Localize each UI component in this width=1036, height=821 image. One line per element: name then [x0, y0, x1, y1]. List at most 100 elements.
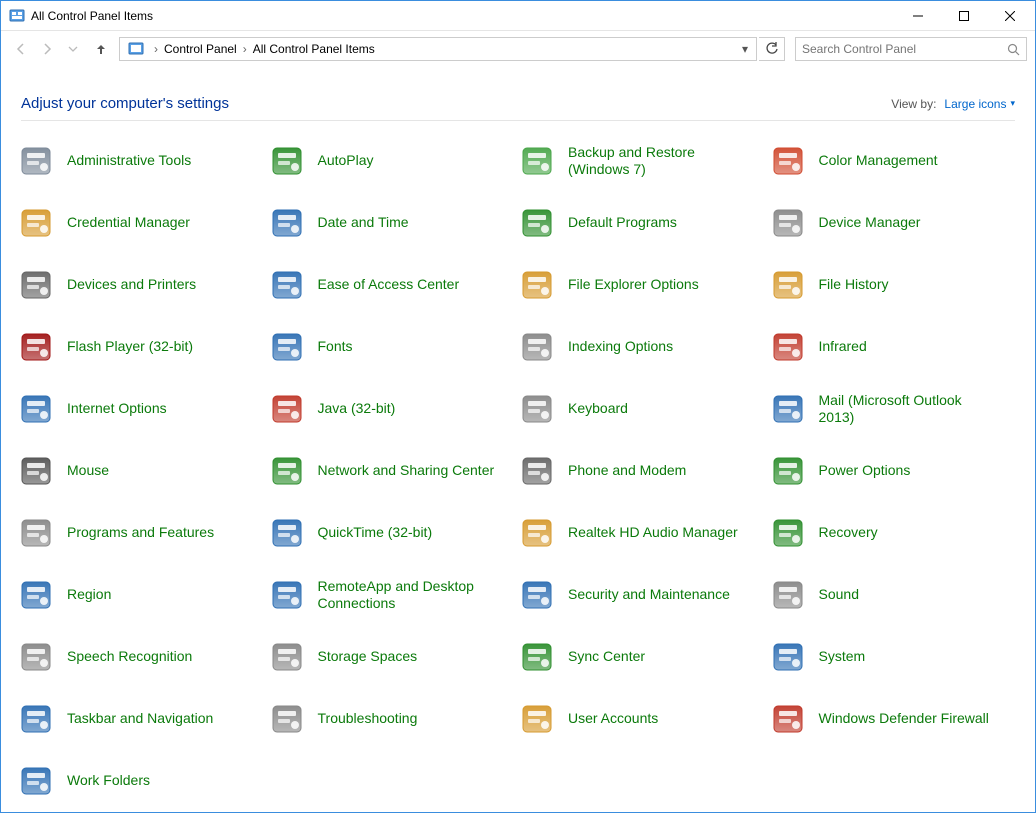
cpl-item-keyboard[interactable]: Keyboard [518, 387, 769, 431]
cpl-item-default-programs[interactable]: Default Programs [518, 201, 769, 245]
cpl-item-security[interactable]: Security and Maintenance [518, 573, 769, 617]
power-icon [771, 454, 805, 488]
cpl-item-speech[interactable]: Speech Recognition [17, 635, 268, 679]
cpl-item-sync[interactable]: Sync Center [518, 635, 769, 679]
cpl-item-taskbar[interactable]: Taskbar and Navigation [17, 697, 268, 741]
cpl-item-backup[interactable]: Backup and Restore (Windows 7) [518, 139, 769, 183]
cpl-item-indexing[interactable]: Indexing Options [518, 325, 769, 369]
close-button[interactable] [987, 1, 1033, 31]
cpl-item-label: Color Management [819, 152, 938, 170]
window-title: All Control Panel Items [31, 9, 895, 23]
nav-up-button[interactable] [91, 37, 111, 61]
region-icon [19, 578, 53, 612]
cpl-item-java[interactable]: Java (32-bit) [268, 387, 519, 431]
cpl-item-mail[interactable]: Mail (Microsoft Outlook 2013) [769, 387, 1020, 431]
cpl-item-label: Sync Center [568, 648, 645, 666]
cpl-item-storage[interactable]: Storage Spaces [268, 635, 519, 679]
network-icon [270, 454, 304, 488]
devices-printers-icon [19, 268, 53, 302]
breadcrumb-root[interactable]: Control Panel [162, 42, 239, 56]
cpl-item-datetime[interactable]: Date and Time [268, 201, 519, 245]
cpl-item-user-accounts[interactable]: User Accounts [518, 697, 769, 741]
device-manager-icon [771, 206, 805, 240]
cpl-item-file-history[interactable]: File History [769, 263, 1020, 307]
taskbar-icon [19, 702, 53, 736]
minimize-button[interactable] [895, 1, 941, 31]
nav-back-button[interactable] [9, 37, 33, 61]
programs-icon [19, 516, 53, 550]
cpl-item-system[interactable]: System [769, 635, 1020, 679]
cpl-item-work-folders[interactable]: Work Folders [17, 759, 268, 803]
cpl-item-file-explorer-options[interactable]: File Explorer Options [518, 263, 769, 307]
cpl-item-phone-modem[interactable]: Phone and Modem [518, 449, 769, 493]
cpl-item-infrared[interactable]: Infrared [769, 325, 1020, 369]
search-input[interactable] [802, 42, 1007, 56]
java-icon [270, 392, 304, 426]
cpl-item-label: Credential Manager [67, 214, 190, 232]
cpl-item-fonts[interactable]: Fonts [268, 325, 519, 369]
cpl-item-admin-tools[interactable]: Administrative Tools [17, 139, 268, 183]
page-title: Adjust your computer's settings [21, 95, 229, 112]
view-by-dropdown[interactable]: Large icons [944, 97, 1015, 111]
datetime-icon [270, 206, 304, 240]
breadcrumb-current[interactable]: All Control Panel Items [251, 42, 377, 56]
cpl-item-label: Administrative Tools [67, 152, 191, 170]
cpl-item-devices-printers[interactable]: Devices and Printers [17, 263, 268, 307]
search-box[interactable] [795, 37, 1027, 61]
file-explorer-options-icon [520, 268, 554, 302]
cpl-item-device-manager[interactable]: Device Manager [769, 201, 1020, 245]
cpl-item-power[interactable]: Power Options [769, 449, 1020, 493]
cpl-item-label: Infrared [819, 338, 867, 356]
admin-tools-icon [19, 144, 53, 178]
cpl-item-troubleshoot[interactable]: Troubleshooting [268, 697, 519, 741]
cpl-item-label: Device Manager [819, 214, 921, 232]
troubleshoot-icon [270, 702, 304, 736]
cpl-item-programs[interactable]: Programs and Features [17, 511, 268, 555]
maximize-button[interactable] [941, 1, 987, 31]
cpl-item-ease-access[interactable]: Ease of Access Center [268, 263, 519, 307]
cpl-item-mouse[interactable]: Mouse [17, 449, 268, 493]
infrared-icon [771, 330, 805, 364]
cpl-item-autoplay[interactable]: AutoPlay [268, 139, 519, 183]
breadcrumb-sep-icon[interactable]: › [239, 42, 251, 56]
sound-icon [771, 578, 805, 612]
cpl-item-label: Ease of Access Center [318, 276, 460, 294]
storage-icon [270, 640, 304, 674]
speech-icon [19, 640, 53, 674]
cpl-item-label: Recovery [819, 524, 878, 542]
nav-forward-button[interactable] [35, 37, 59, 61]
cpl-item-credential[interactable]: Credential Manager [17, 201, 268, 245]
security-icon [520, 578, 554, 612]
cpl-item-region[interactable]: Region [17, 573, 268, 617]
cpl-item-recovery[interactable]: Recovery [769, 511, 1020, 555]
cpl-item-firewall[interactable]: Windows Defender Firewall [769, 697, 1020, 741]
view-by-label: View by: [891, 97, 936, 111]
recovery-icon [771, 516, 805, 550]
cpl-item-quicktime[interactable]: QuickTime (32-bit) [268, 511, 519, 555]
cpl-item-color-mgmt[interactable]: Color Management [769, 139, 1020, 183]
address-bar[interactable]: › Control Panel › All Control Panel Item… [119, 37, 757, 61]
breadcrumb-sep-icon[interactable]: › [150, 42, 162, 56]
keyboard-icon [520, 392, 554, 426]
cpl-item-label: Programs and Features [67, 524, 214, 542]
cpl-item-internet-options[interactable]: Internet Options [17, 387, 268, 431]
cpl-item-label: Windows Defender Firewall [819, 710, 989, 728]
quicktime-icon [270, 516, 304, 550]
cpl-item-sound[interactable]: Sound [769, 573, 1020, 617]
cpl-item-label: Security and Maintenance [568, 586, 730, 604]
refresh-button[interactable] [759, 37, 785, 61]
cpl-item-label: File History [819, 276, 889, 294]
nav-recent-dropdown[interactable] [61, 37, 85, 61]
cpl-item-remoteapp[interactable]: RemoteApp and Desktop Connections [268, 573, 519, 617]
cpl-item-label: Storage Spaces [318, 648, 418, 666]
autoplay-icon [270, 144, 304, 178]
view-by-control: View by: Large icons [891, 97, 1015, 111]
cpl-item-label: Work Folders [67, 772, 150, 790]
address-history-dropdown[interactable]: ▾ [736, 42, 754, 56]
cpl-item-flash[interactable]: Flash Player (32-bit) [17, 325, 268, 369]
cpl-item-realtek[interactable]: Realtek HD Audio Manager [518, 511, 769, 555]
cpl-item-label: Java (32-bit) [318, 400, 396, 418]
cpl-item-label: Flash Player (32-bit) [67, 338, 193, 356]
cpl-item-network[interactable]: Network and Sharing Center [268, 449, 519, 493]
backup-icon [520, 144, 554, 178]
